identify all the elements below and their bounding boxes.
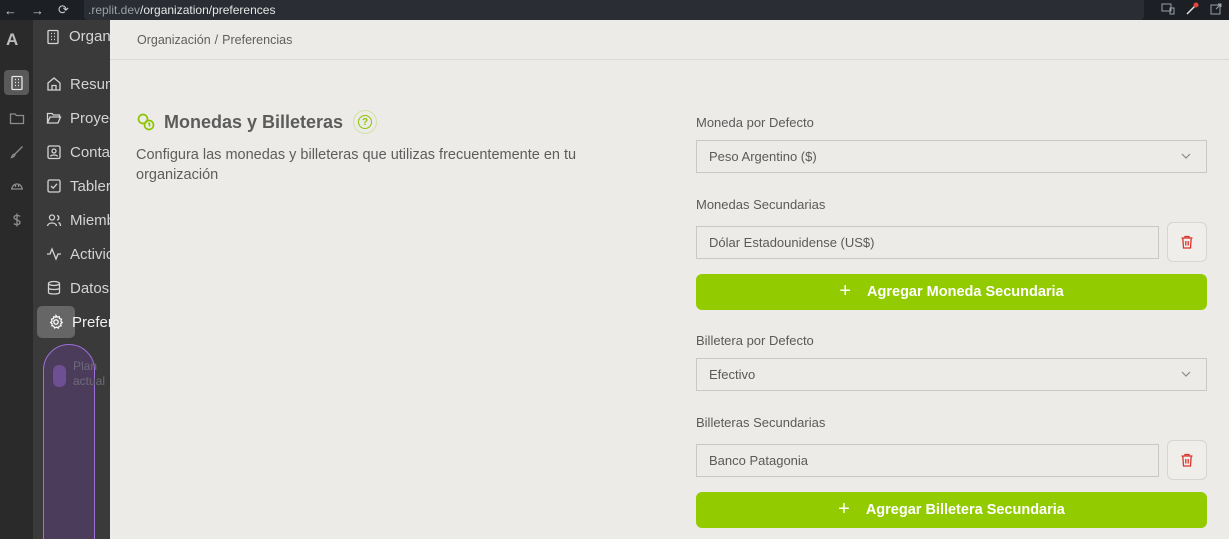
sidebar-item-tableros[interactable]: Tabler	[37, 171, 110, 201]
add-secondary-currency-button[interactable]: + Agregar Moneda Secundaria	[696, 274, 1207, 310]
add-secondary-wallet-label: Agregar Billetera Secundaria	[865, 502, 1065, 518]
folder-open-icon	[45, 109, 63, 127]
default-currency-value: Peso Argentino ($)	[709, 149, 817, 164]
coins-icon	[137, 113, 155, 131]
help-button[interactable]: ?	[353, 110, 378, 134]
checkbox-icon	[45, 177, 63, 195]
chevron-down-icon	[1181, 153, 1191, 159]
delete-wallet-button[interactable]	[1167, 440, 1207, 480]
forward-icon[interactable]: →	[31, 3, 44, 18]
sidebar-item-label: Proyec	[70, 109, 110, 127]
default-wallet-label: Billetera por Defecto	[696, 333, 814, 348]
secondary-currency-value: Dólar Estadounidense (US$)	[709, 235, 875, 250]
main-content: Organización / Preferencias Monedas y Bi…	[110, 20, 1229, 539]
secondary-wallets-label: Billeteras Secundarias	[696, 415, 826, 430]
icon-rail: A	[0, 20, 33, 539]
sidebar: Organ Resum Proyec Conta Tabler Miemb Ac…	[33, 20, 110, 539]
back-icon[interactable]: ←	[4, 3, 17, 18]
plan-sublabel: actual	[73, 374, 106, 388]
sidebar-item-contactos[interactable]: Conta	[37, 137, 110, 167]
extension-icon[interactable]	[1185, 2, 1199, 16]
address-bar[interactable]: .replit.dev/organization/preferences	[84, 0, 1144, 20]
folder-icon[interactable]	[4, 105, 29, 130]
default-currency-label: Moneda por Defecto	[696, 115, 814, 130]
default-wallet-value: Efectivo	[709, 367, 756, 382]
building-icon[interactable]	[4, 70, 29, 95]
plus-icon: +	[839, 280, 852, 302]
devices-icon[interactable]	[1161, 2, 1175, 16]
help-icon: ?	[358, 115, 373, 129]
plan-card[interactable]: Plan actual	[43, 344, 105, 539]
secondary-wallet-value: Banco Patagonia	[709, 453, 809, 468]
add-secondary-wallet-button[interactable]: + Agregar Billetera Secundaria	[696, 492, 1207, 528]
plus-icon: +	[838, 498, 850, 520]
url-host: .replit.dev	[88, 3, 141, 17]
breadcrumb-parent[interactable]: Organización	[137, 33, 211, 47]
plan-text: Plan actual	[73, 359, 105, 389]
hardhat-icon[interactable]	[4, 173, 29, 198]
reload-icon[interactable]: ⟳	[58, 2, 69, 18]
breadcrumb: Organización / Preferencias	[110, 20, 1229, 60]
org-name: Organ	[69, 28, 110, 45]
trash-icon	[1181, 453, 1193, 467]
building-icon	[47, 29, 59, 44]
sidebar-item-label: Resum	[70, 75, 110, 93]
sidebar-item-label: Activic	[70, 245, 110, 263]
breadcrumb-current: Preferencias	[222, 32, 293, 47]
section-title: Monedas y Billeteras	[164, 111, 344, 132]
sidebar-item-label: Tabler	[70, 177, 110, 195]
breadcrumb-separator: /	[214, 32, 219, 47]
secondary-wallet-field[interactable]: Banco Patagonia	[696, 444, 1159, 477]
url-path: /organization/preferences	[140, 3, 276, 17]
default-currency-select[interactable]: Peso Argentino ($)	[696, 140, 1207, 173]
dollar-icon[interactable]	[4, 207, 29, 232]
gear-icon	[37, 306, 75, 338]
plan-badge-icon	[53, 365, 66, 387]
sidebar-item-label: Datos	[70, 279, 110, 297]
add-secondary-currency-label: Agregar Moneda Secundaria	[867, 284, 1064, 300]
sidebar-item-actividad[interactable]: Activic	[37, 239, 110, 269]
chevron-down-icon	[1181, 371, 1191, 377]
section-description: Configura las monedas y billeteras que u…	[136, 147, 577, 183]
delete-currency-button[interactable]	[1167, 222, 1207, 262]
open-external-icon[interactable]	[1209, 2, 1223, 16]
plan-label: Plan	[73, 359, 98, 373]
brush-icon[interactable]	[4, 139, 29, 164]
trash-icon	[1181, 235, 1193, 249]
activity-icon	[45, 245, 63, 263]
sidebar-item-preferencias[interactable]: Prefer	[37, 306, 110, 338]
secondary-currency-field[interactable]: Dólar Estadounidense (US$)	[696, 226, 1159, 259]
users-icon	[45, 211, 63, 229]
sidebar-item-label: Conta	[70, 143, 110, 161]
sidebar-item-proyectos[interactable]: Proyec	[37, 103, 110, 133]
app-logo[interactable]: A	[6, 30, 18, 50]
org-switcher[interactable]: Organ	[45, 28, 110, 45]
default-wallet-select[interactable]: Efectivo	[696, 358, 1207, 391]
sidebar-item-label: Miemb	[70, 211, 110, 229]
sidebar-item-resumen[interactable]: Resum	[37, 69, 110, 99]
secondary-currencies-label: Monedas Secundarias	[696, 197, 826, 212]
sidebar-item-datos[interactable]: Datos	[37, 273, 110, 303]
database-icon	[45, 279, 63, 297]
contact-icon	[45, 143, 63, 161]
sidebar-item-label: Prefer	[72, 313, 110, 331]
browser-toolbar: ← → ⟳ .replit.dev/organization/preferenc…	[0, 0, 1229, 20]
home-icon	[45, 75, 63, 93]
section-header: Monedas y Billeteras ?	[136, 110, 378, 134]
sidebar-item-miembros[interactable]: Miemb	[37, 205, 110, 235]
